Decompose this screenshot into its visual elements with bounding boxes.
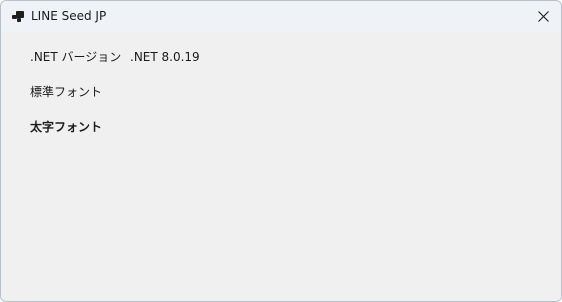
form-client-area: .NET バージョン .NET 8.0.19 標準フォント 太字フォント <box>1 32 561 301</box>
close-icon <box>538 11 549 22</box>
app-window: LINE Seed JP .NET バージョン .NET 8.0.19 標準フォ… <box>0 0 562 302</box>
title-bar[interactable]: LINE Seed JP <box>1 1 561 32</box>
close-button[interactable] <box>527 1 561 32</box>
regular-font-label: 標準フォント <box>30 85 103 99</box>
bold-font-label: 太字フォント <box>30 120 103 134</box>
net-version-label: .NET バージョン <box>30 50 122 64</box>
app-window-icon <box>12 11 24 22</box>
net-version-value: .NET 8.0.19 <box>130 50 200 64</box>
window-title: LINE Seed JP <box>31 9 107 23</box>
